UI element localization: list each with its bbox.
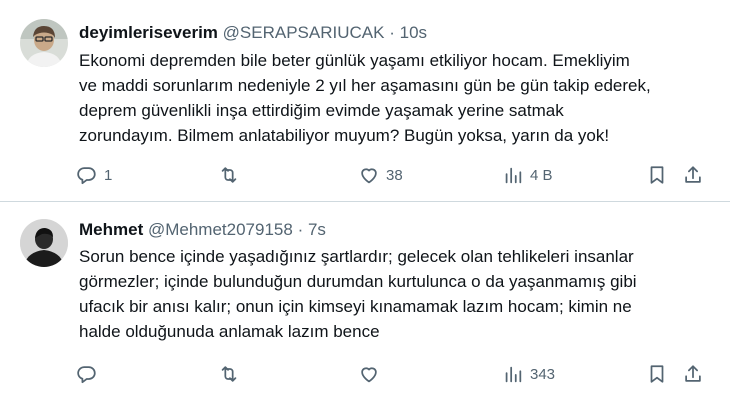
display-name[interactable]: Mehmet bbox=[79, 220, 143, 239]
heart-icon bbox=[361, 168, 377, 184]
retweet-icon bbox=[221, 167, 237, 183]
tweet-text: Ekonomi depremden bile beter günlük yaşa… bbox=[79, 48, 719, 148]
separator-dot: · bbox=[389, 23, 395, 42]
tweet-text-line: halde olduğunuda anlamak lazım bence bbox=[79, 322, 380, 341]
user-handle[interactable]: @Mehmet2079158 bbox=[148, 220, 293, 239]
avatar-photo-icon bbox=[20, 219, 68, 267]
tweet-text-line: Ekonomi depremden bile beter günlük yaşa… bbox=[79, 51, 630, 70]
timeline-feed: deyimleriseverim @SERAPSARIUCAK · 10s Ek… bbox=[0, 0, 730, 420]
views-button[interactable]: 343 bbox=[502, 362, 555, 386]
tweet-header: deyimleriseverim @SERAPSARIUCAK · 10s bbox=[79, 22, 427, 44]
tweet-text: Sorun bence içinde yaşadığınız şartlardı… bbox=[79, 244, 719, 344]
tweet-header: Mehmet @Mehmet2079158 · 7s bbox=[79, 219, 326, 241]
reply-button[interactable]: 1 bbox=[76, 163, 112, 187]
share-icon bbox=[685, 365, 701, 382]
tweet-text-line: zorundayım. Bilmem anlatabiliyor muyum? … bbox=[79, 126, 610, 145]
views-icon bbox=[505, 366, 522, 383]
views-icon bbox=[505, 167, 522, 184]
reply-button[interactable] bbox=[76, 362, 104, 386]
tweet-text-line: deprem güvenlikli inşa ettirdiğim evimde… bbox=[79, 101, 564, 120]
share-icon bbox=[685, 166, 701, 183]
heart-icon bbox=[361, 367, 377, 383]
avatar-photo-icon bbox=[20, 19, 68, 67]
user-handle[interactable]: @SERAPSARIUCAK bbox=[223, 23, 385, 42]
separator-dot: · bbox=[297, 220, 304, 239]
like-button[interactable] bbox=[358, 362, 386, 386]
like-button[interactable]: 38 bbox=[358, 163, 403, 187]
retweet-icon bbox=[221, 366, 237, 382]
share-button[interactable] bbox=[682, 362, 704, 386]
share-button[interactable] bbox=[682, 163, 704, 187]
retweet-button[interactable] bbox=[218, 163, 246, 187]
reply-icon bbox=[77, 167, 96, 185]
views-button[interactable]: 4 B bbox=[502, 163, 553, 187]
display-name[interactable]: deyimleriseverim bbox=[79, 23, 218, 42]
like-count: 38 bbox=[386, 166, 403, 184]
view-count: 343 bbox=[530, 365, 556, 383]
bookmark-icon bbox=[650, 365, 664, 383]
tweet-actions: 1 38 4 B bbox=[76, 163, 716, 187]
timestamp[interactable]: 10s bbox=[400, 23, 427, 42]
tweet-text-line: görmezler; içinde bulunduğun durumdan ku… bbox=[79, 272, 637, 291]
bookmark-icon bbox=[650, 166, 664, 184]
avatar[interactable] bbox=[20, 219, 68, 267]
tweet-text-line: ve maddi sorunlarım nedeniyle 2 yıl her … bbox=[79, 76, 651, 95]
reply-icon bbox=[77, 366, 96, 384]
bookmark-button[interactable] bbox=[646, 362, 668, 386]
tweet[interactable]: deyimleriseverim @SERAPSARIUCAK · 10s Ek… bbox=[0, 0, 730, 202]
retweet-button[interactable] bbox=[218, 362, 246, 386]
tweet[interactable]: Mehmet @Mehmet2079158 · 7s Sorun bence i… bbox=[0, 202, 730, 420]
bookmark-button[interactable] bbox=[646, 163, 668, 187]
tweet-actions: 343 bbox=[76, 362, 716, 386]
tweet-text-line: Sorun bence içinde yaşadığınız şartlardı… bbox=[79, 247, 634, 266]
tweet-text-line: ufacık bir anısı kalır; onun için kimsey… bbox=[79, 297, 632, 316]
avatar[interactable] bbox=[20, 19, 68, 67]
reply-count: 1 bbox=[104, 166, 113, 184]
timestamp[interactable]: 7s bbox=[308, 220, 326, 239]
view-count: 4 B bbox=[530, 166, 553, 184]
